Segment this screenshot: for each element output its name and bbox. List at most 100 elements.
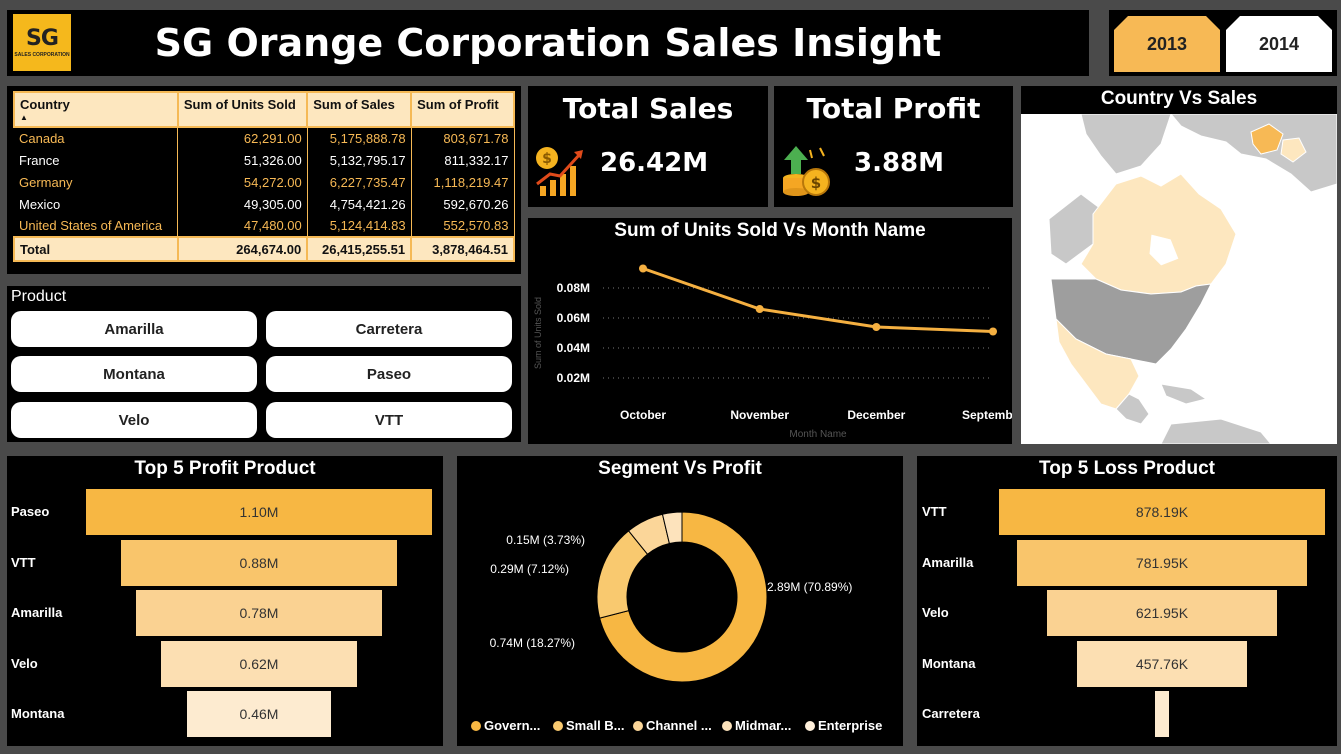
table-cell: 592,670.26 <box>411 193 515 215</box>
product-button-carretera[interactable]: Carretera <box>266 311 512 347</box>
product-button-amarilla[interactable]: Amarilla <box>11 311 257 347</box>
funnel-category-label: Paseo <box>11 504 50 519</box>
profit-coins-icon: $ <box>783 146 830 196</box>
funnel-bar[interactable]: 1.10M <box>86 489 432 535</box>
year-2013-button[interactable]: 2013 <box>1114 16 1220 72</box>
funnel-category-label: Montana <box>922 655 976 671</box>
x-tick-label: December <box>847 408 905 422</box>
column-header-country[interactable]: Country ▲ <box>13 91 179 128</box>
legend-item[interactable]: Govern... <box>471 718 540 733</box>
y-tick-label: 0.08M <box>557 281 590 295</box>
table-cell: 811,332.17 <box>411 149 515 171</box>
header-banner: SG SALES CORPORATION SG Orange Corporati… <box>7 10 1089 76</box>
donut-data-label: 0.74M (18.27%) <box>489 636 575 650</box>
total-sales-title: Total Sales <box>562 92 734 125</box>
legend-label: Enterprise <box>818 718 883 733</box>
dashboard-title: SG Orange Corporation Sales Insight <box>154 21 942 65</box>
funnel-bar[interactable] <box>1155 691 1169 737</box>
table-cell: 4,754,421.26 <box>307 193 412 215</box>
column-header-profit[interactable]: Sum of Profit <box>410 91 515 128</box>
table-cell: 3,878,464.51 <box>410 236 515 262</box>
legend-item[interactable]: Enterprise <box>805 718 882 733</box>
table-cell: 5,175,888.78 <box>307 126 412 149</box>
column-header-units[interactable]: Sum of Units Sold <box>176 91 309 128</box>
segment-profit-donut: Segment Vs Profit 2.89M (70.89%) 0.74M (1… <box>457 456 903 746</box>
funnel-bar[interactable]: 878.19K <box>999 489 1325 535</box>
country-table: Country ▲ Sum of Units Sold Sum of Sales … <box>13 91 515 262</box>
table-row[interactable]: Germany 54,272.00 6,227,735.47 1,118,219… <box>14 171 515 193</box>
table-row[interactable]: France 51,326.00 5,132,795.17 811,332.17 <box>14 149 515 171</box>
table-cell: United States of America <box>14 215 179 237</box>
legend-label: Midmar... <box>735 718 792 733</box>
table-cell: 803,671.78 <box>411 126 515 149</box>
svg-text:$: $ <box>542 151 552 167</box>
legend-dot-icon <box>722 720 732 731</box>
table-cell: Mexico <box>14 193 179 215</box>
funnel-category-label: Velo <box>11 655 38 671</box>
donut-data-label: 0.29M (7.12%) <box>490 562 569 576</box>
data-point <box>639 264 647 273</box>
x-tick-label: September <box>962 408 1012 422</box>
total-sales-value: 26.42M <box>600 148 709 178</box>
company-logo: SG SALES CORPORATION <box>13 14 71 71</box>
legend-item[interactable]: Small B... <box>553 718 625 733</box>
table-cell: 5,124,414.83 <box>307 215 412 237</box>
y-tick-label: 0.04M <box>557 341 590 355</box>
x-tick-label: November <box>730 408 789 422</box>
product-slicer-title: Product <box>11 288 67 305</box>
data-point <box>989 327 997 336</box>
funnel-category-label: VTT <box>922 504 947 519</box>
funnel-bar[interactable]: 0.88M <box>120 539 398 586</box>
table-cell: France <box>14 149 179 171</box>
funnel-bar[interactable]: 457.76K <box>1077 640 1247 687</box>
table-cell: 26,415,255.51 <box>306 236 413 262</box>
product-button-velo[interactable]: Velo <box>11 402 257 438</box>
logo-subtext: SALES CORPORATION <box>14 51 70 58</box>
product-button-paseo[interactable]: Paseo <box>266 356 512 392</box>
table-cell: Total <box>13 236 179 262</box>
table-row[interactable]: Canada 62,291.00 5,175,888.78 803,671.78 <box>14 126 515 149</box>
chart-title: Top 5 Profit Product <box>134 458 316 479</box>
funnel-bar[interactable]: 0.62M <box>161 640 357 687</box>
y-tick-label: 0.02M <box>557 371 590 385</box>
donut-data-label: 2.89M (70.89%) <box>767 580 853 594</box>
funnel-category-label: VTT <box>11 554 36 570</box>
legend-item[interactable]: Channel ... <box>633 718 712 733</box>
sort-ascending-icon[interactable]: ▲ <box>20 114 172 122</box>
country-sales-map[interactable]: Country Vs Sales <box>1021 86 1337 444</box>
table-cell: 6,227,735.47 <box>307 171 412 193</box>
funnel-bar[interactable]: 0.78M <box>136 590 382 636</box>
legend-label: Channel ... <box>646 718 712 733</box>
product-button-montana[interactable]: Montana <box>11 356 257 392</box>
map-canvas[interactable] <box>1021 114 1337 444</box>
funnel-bar[interactable]: 0.46M <box>186 691 332 737</box>
line-chart-svg: 0.08M 0.06M 0.04M 0.02M October November Decem… <box>533 264 1012 440</box>
units-by-month-chart: Sum of Units Sold Vs Month Name 0.08M 0.0… <box>528 218 1012 444</box>
year-slicer: 2013 2014 <box>1109 10 1337 76</box>
column-header-sales[interactable]: Sum of Sales <box>306 91 413 128</box>
table-total-row: Total 264,674.00 26,415,255.51 3,878,464… <box>13 236 515 262</box>
table-row[interactable]: Mexico 49,305.00 4,754,421.26 592,670.26 <box>14 193 515 215</box>
table-cell: Germany <box>14 171 179 193</box>
total-profit-title: Total Profit <box>806 92 981 125</box>
legend-dot-icon <box>805 720 815 731</box>
total-profit-value: 3.88M <box>854 148 945 178</box>
table-row[interactable]: United States of America 47,480.00 5,124… <box>14 215 515 237</box>
table-cell: 552,570.83 <box>411 215 515 237</box>
funnel-category-label: Amarilla <box>922 554 974 570</box>
svg-text:$: $ <box>811 174 821 192</box>
line-series-units <box>642 267 994 333</box>
top-loss-funnel: Top 5 Loss Product VTT 878.19K Amarilla 781… <box>917 456 1337 746</box>
legend-item[interactable]: Midmar... <box>722 718 791 733</box>
sales-growth-icon: $ <box>536 147 583 196</box>
table-cell: 62,291.00 <box>177 126 308 149</box>
funnel-category-label: Velo <box>922 605 949 620</box>
table-cell: 264,674.00 <box>176 236 309 262</box>
legend-dot-icon <box>633 720 643 731</box>
product-button-vtt[interactable]: VTT <box>266 402 512 438</box>
year-2014-button[interactable]: 2014 <box>1226 16 1332 72</box>
legend-label: Small B... <box>566 718 625 733</box>
funnel-bar[interactable]: 781.95K <box>1016 539 1308 586</box>
funnel-bar[interactable]: 621.95K <box>1046 590 1278 636</box>
donut-svg <box>596 511 768 683</box>
